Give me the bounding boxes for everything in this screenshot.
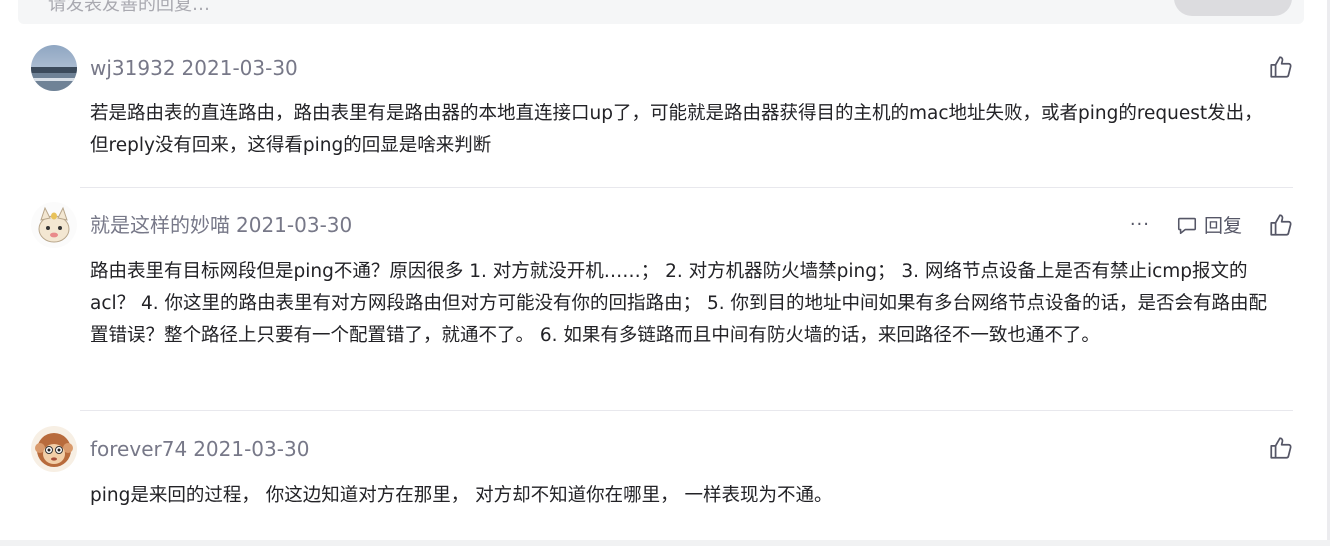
comment-section: 请发表友善的回复… wj31932 2021-03-30 若是路由表的直连路由，… <box>0 0 1330 546</box>
avatar[interactable] <box>31 426 77 472</box>
author-name[interactable]: forever74 <box>90 437 187 461</box>
section-bottom-border <box>0 540 1330 546</box>
submit-reply-button[interactable] <box>1174 0 1292 16</box>
comment-actions <box>1268 435 1294 461</box>
avatar[interactable] <box>31 45 77 91</box>
like-button[interactable] <box>1268 435 1294 461</box>
comment-actions <box>1268 54 1294 80</box>
reply-input[interactable]: 请发表友善的回复… <box>18 0 1304 24</box>
reply-button[interactable]: 回复 <box>1176 211 1242 238</box>
like-button[interactable] <box>1268 212 1294 238</box>
comment-meta: 就是这样的妙喵 2021-03-30 <box>90 213 352 237</box>
comment-meta: wj31932 2021-03-30 <box>90 56 298 80</box>
like-button[interactable] <box>1268 54 1294 80</box>
reply-label: 回复 <box>1203 215 1242 237</box>
avatar[interactable] <box>31 202 77 248</box>
comment-text: 若是路由表的直连路由，路由表里有是路由器的本地直连接口up了，可能就是路由器获得… <box>90 103 1263 156</box>
comment-bubble-icon <box>1176 214 1198 236</box>
comment-meta: forever74 2021-03-30 <box>90 437 309 461</box>
reply-placeholder: 请发表友善的回复… <box>48 0 210 15</box>
comment-actions: ··· 回复 <box>1130 211 1294 238</box>
comment-text: 路由表里有目标网段但是ping不通？原因很多 1. 对方就没开机……； 2. 对… <box>90 261 1267 346</box>
comment-text: ping是来回的过程， 你这边知道对方在那里， 对方却不知道你在哪里， 一样表现… <box>90 485 833 506</box>
more-button[interactable]: ··· <box>1130 214 1150 235</box>
thumbs-up-icon <box>1268 54 1294 80</box>
divider <box>80 410 1293 411</box>
more-dots-icon: ··· <box>1129 214 1150 235</box>
thumbs-up-icon <box>1268 212 1294 238</box>
comment-date: 2021-03-30 <box>193 437 310 461</box>
divider <box>80 187 1293 188</box>
author-name[interactable]: 就是这样的妙喵 <box>90 213 230 237</box>
comment-date: 2021-03-30 <box>236 213 353 237</box>
thumbs-up-icon <box>1268 435 1294 461</box>
author-name[interactable]: wj31932 <box>90 56 176 80</box>
comment-date: 2021-03-30 <box>181 56 298 80</box>
